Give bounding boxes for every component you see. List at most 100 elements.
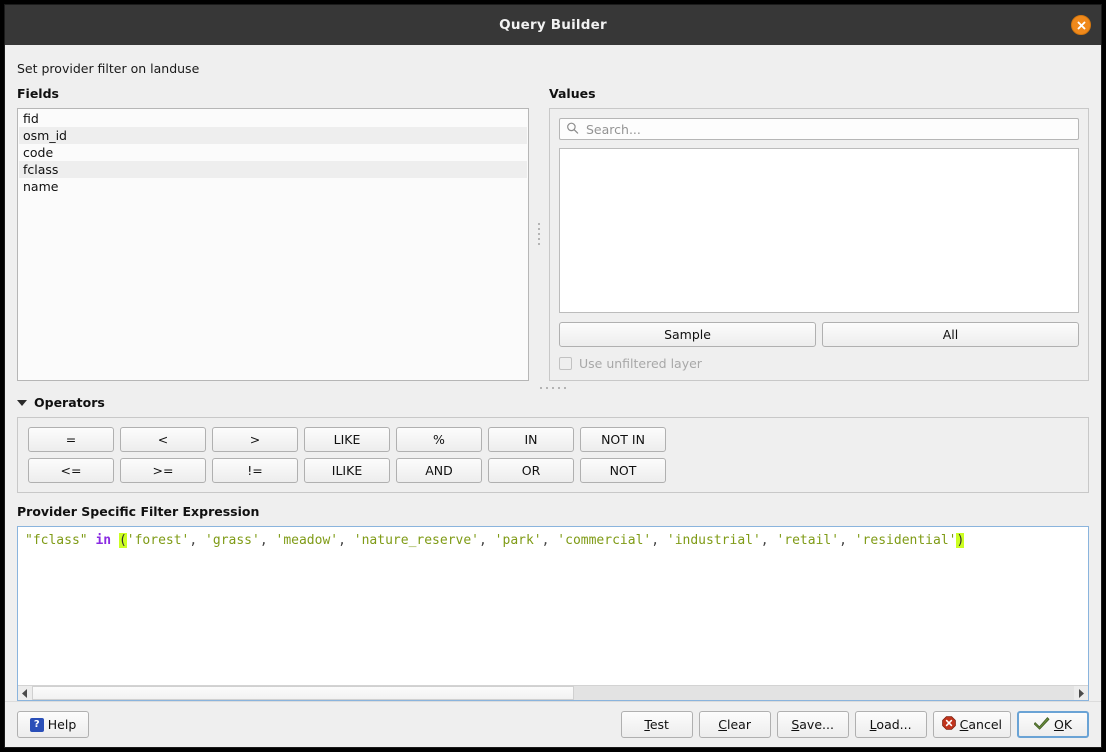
operators-label: Operators xyxy=(34,395,105,410)
expression-editor[interactable]: "fclass" in ('forest', 'grass', 'meadow'… xyxy=(17,526,1089,701)
splitter-grip-h xyxy=(540,387,566,389)
save-button[interactable]: Save... xyxy=(777,711,849,738)
operators-row-2: <=>=!=ILIKEANDORNOT xyxy=(28,458,1078,483)
cancel-x-icon xyxy=(942,716,956,733)
sample-button[interactable]: Sample xyxy=(559,322,816,347)
values-buttons: Sample All xyxy=(559,322,1079,347)
field-item[interactable]: fclass xyxy=(19,161,527,178)
operator-button-in[interactable]: IN xyxy=(488,427,574,452)
load-button[interactable]: Load... xyxy=(855,711,927,738)
save-button-label: Save... xyxy=(791,717,834,732)
field-item[interactable]: name xyxy=(19,178,527,195)
expr-token: 'residential' xyxy=(855,533,957,548)
help-button[interactable]: ? Help xyxy=(17,711,89,738)
chevron-down-icon[interactable] xyxy=(17,400,27,406)
expr-token: 'park' xyxy=(495,533,542,548)
expr-token: , xyxy=(839,533,855,548)
expr-token: , xyxy=(189,533,205,548)
vertical-splitter[interactable] xyxy=(529,86,549,381)
operator-button-[interactable]: = xyxy=(28,427,114,452)
values-label: Values xyxy=(549,86,1089,108)
use-unfiltered-layer-row[interactable]: Use unfiltered layer xyxy=(559,356,1079,371)
operator-button-ilike[interactable]: ILIKE xyxy=(304,458,390,483)
field-item[interactable]: code xyxy=(19,144,527,161)
operator-button-or[interactable]: OR xyxy=(488,458,574,483)
expr-token: , xyxy=(260,533,276,548)
use-unfiltered-layer-label: Use unfiltered layer xyxy=(579,356,702,371)
provider-filter-subtitle: Set provider filter on landuse xyxy=(17,55,1089,86)
arrow-left-icon[interactable] xyxy=(18,686,32,700)
query-builder-dialog: Query Builder Set provider filter on lan… xyxy=(4,4,1102,748)
clear-button[interactable]: Clear xyxy=(699,711,771,738)
cancel-button-label: Cancel xyxy=(960,717,1002,732)
fields-panel: Fields fidosm_idcodefclassname xyxy=(17,86,529,381)
expr-token: ( xyxy=(119,533,127,548)
expr-token: , xyxy=(651,533,667,548)
operator-button-not-in[interactable]: NOT IN xyxy=(580,427,666,452)
fields-label: Fields xyxy=(17,86,529,108)
operator-button-[interactable]: != xyxy=(212,458,298,483)
help-button-label: Help xyxy=(48,717,77,732)
dialog-footer: ? Help Test Clear Save... Load... xyxy=(5,701,1101,747)
values-panel: Values xyxy=(549,86,1089,381)
cancel-button[interactable]: Cancel xyxy=(933,711,1011,738)
expression-text[interactable]: "fclass" in ('forest', 'grass', 'meadow'… xyxy=(18,527,1088,685)
screen: Query Builder Set provider filter on lan… xyxy=(0,0,1106,752)
all-button[interactable]: All xyxy=(822,322,1079,347)
operator-button-[interactable]: % xyxy=(396,427,482,452)
checkmark-icon xyxy=(1034,716,1050,733)
expression-hscrollbar[interactable] xyxy=(18,685,1088,700)
hscroll-track[interactable] xyxy=(32,686,1074,700)
expression-label: Provider Specific Filter Expression xyxy=(17,493,1089,526)
operator-button-[interactable]: <= xyxy=(28,458,114,483)
expr-token: 'retail' xyxy=(776,533,839,548)
operator-button-[interactable]: >= xyxy=(120,458,206,483)
test-button[interactable]: Test xyxy=(621,711,693,738)
use-unfiltered-layer-checkbox[interactable] xyxy=(559,357,572,370)
operators-frame: =<>LIKE%INNOT IN <=>=!=ILIKEANDORNOT xyxy=(17,417,1089,493)
expr-token: ) xyxy=(956,533,964,548)
footer-actions: Test Clear Save... Load... xyxy=(621,711,1089,738)
operator-button-and[interactable]: AND xyxy=(396,458,482,483)
expr-token: 'nature_reserve' xyxy=(354,533,479,548)
horizontal-splitter[interactable] xyxy=(17,381,1089,395)
expr-token: , xyxy=(479,533,495,548)
expr-token: 'industrial' xyxy=(667,533,761,548)
values-search-input[interactable] xyxy=(559,118,1079,140)
operators-row-1: =<>LIKE%INNOT IN xyxy=(28,427,1078,452)
operator-button-[interactable]: > xyxy=(212,427,298,452)
ok-button-label: OK xyxy=(1054,717,1072,732)
hscroll-thumb[interactable] xyxy=(32,686,574,700)
field-item[interactable]: osm_id xyxy=(19,127,527,144)
dialog-body: Set provider filter on landuse Fields fi… xyxy=(5,45,1101,701)
ok-button[interactable]: OK xyxy=(1017,711,1089,738)
expr-token: 'forest' xyxy=(127,533,190,548)
expr-token: , xyxy=(542,533,558,548)
fields-list[interactable]: fidosm_idcodefclassname xyxy=(17,108,529,381)
expr-token: , xyxy=(761,533,777,548)
panels-row: Fields fidosm_idcodefclassname Values xyxy=(17,86,1089,381)
close-icon[interactable] xyxy=(1071,15,1091,35)
expr-token xyxy=(111,533,119,548)
expr-token: "fclass" xyxy=(25,533,88,548)
splitter-grip xyxy=(538,223,540,245)
arrow-right-icon[interactable] xyxy=(1074,686,1088,700)
field-item[interactable]: fid xyxy=(19,110,527,127)
titlebar: Query Builder xyxy=(5,5,1101,45)
values-search-wrap xyxy=(559,118,1079,140)
clear-button-label: Clear xyxy=(718,717,751,732)
load-button-label: Load... xyxy=(870,717,912,732)
expr-token: 'commercial' xyxy=(557,533,651,548)
values-list[interactable] xyxy=(559,148,1079,313)
values-frame: Sample All Use unfiltered layer xyxy=(549,108,1089,381)
operator-button-not[interactable]: NOT xyxy=(580,458,666,483)
operator-button-like[interactable]: LIKE xyxy=(304,427,390,452)
test-button-label: Test xyxy=(644,717,669,732)
expr-token: , xyxy=(338,533,354,548)
window-title: Query Builder xyxy=(499,17,607,33)
expr-token: in xyxy=(95,533,111,548)
operators-header[interactable]: Operators xyxy=(17,395,1089,417)
question-mark-icon: ? xyxy=(30,718,44,732)
operator-button-[interactable]: < xyxy=(120,427,206,452)
expr-token: 'meadow' xyxy=(276,533,339,548)
